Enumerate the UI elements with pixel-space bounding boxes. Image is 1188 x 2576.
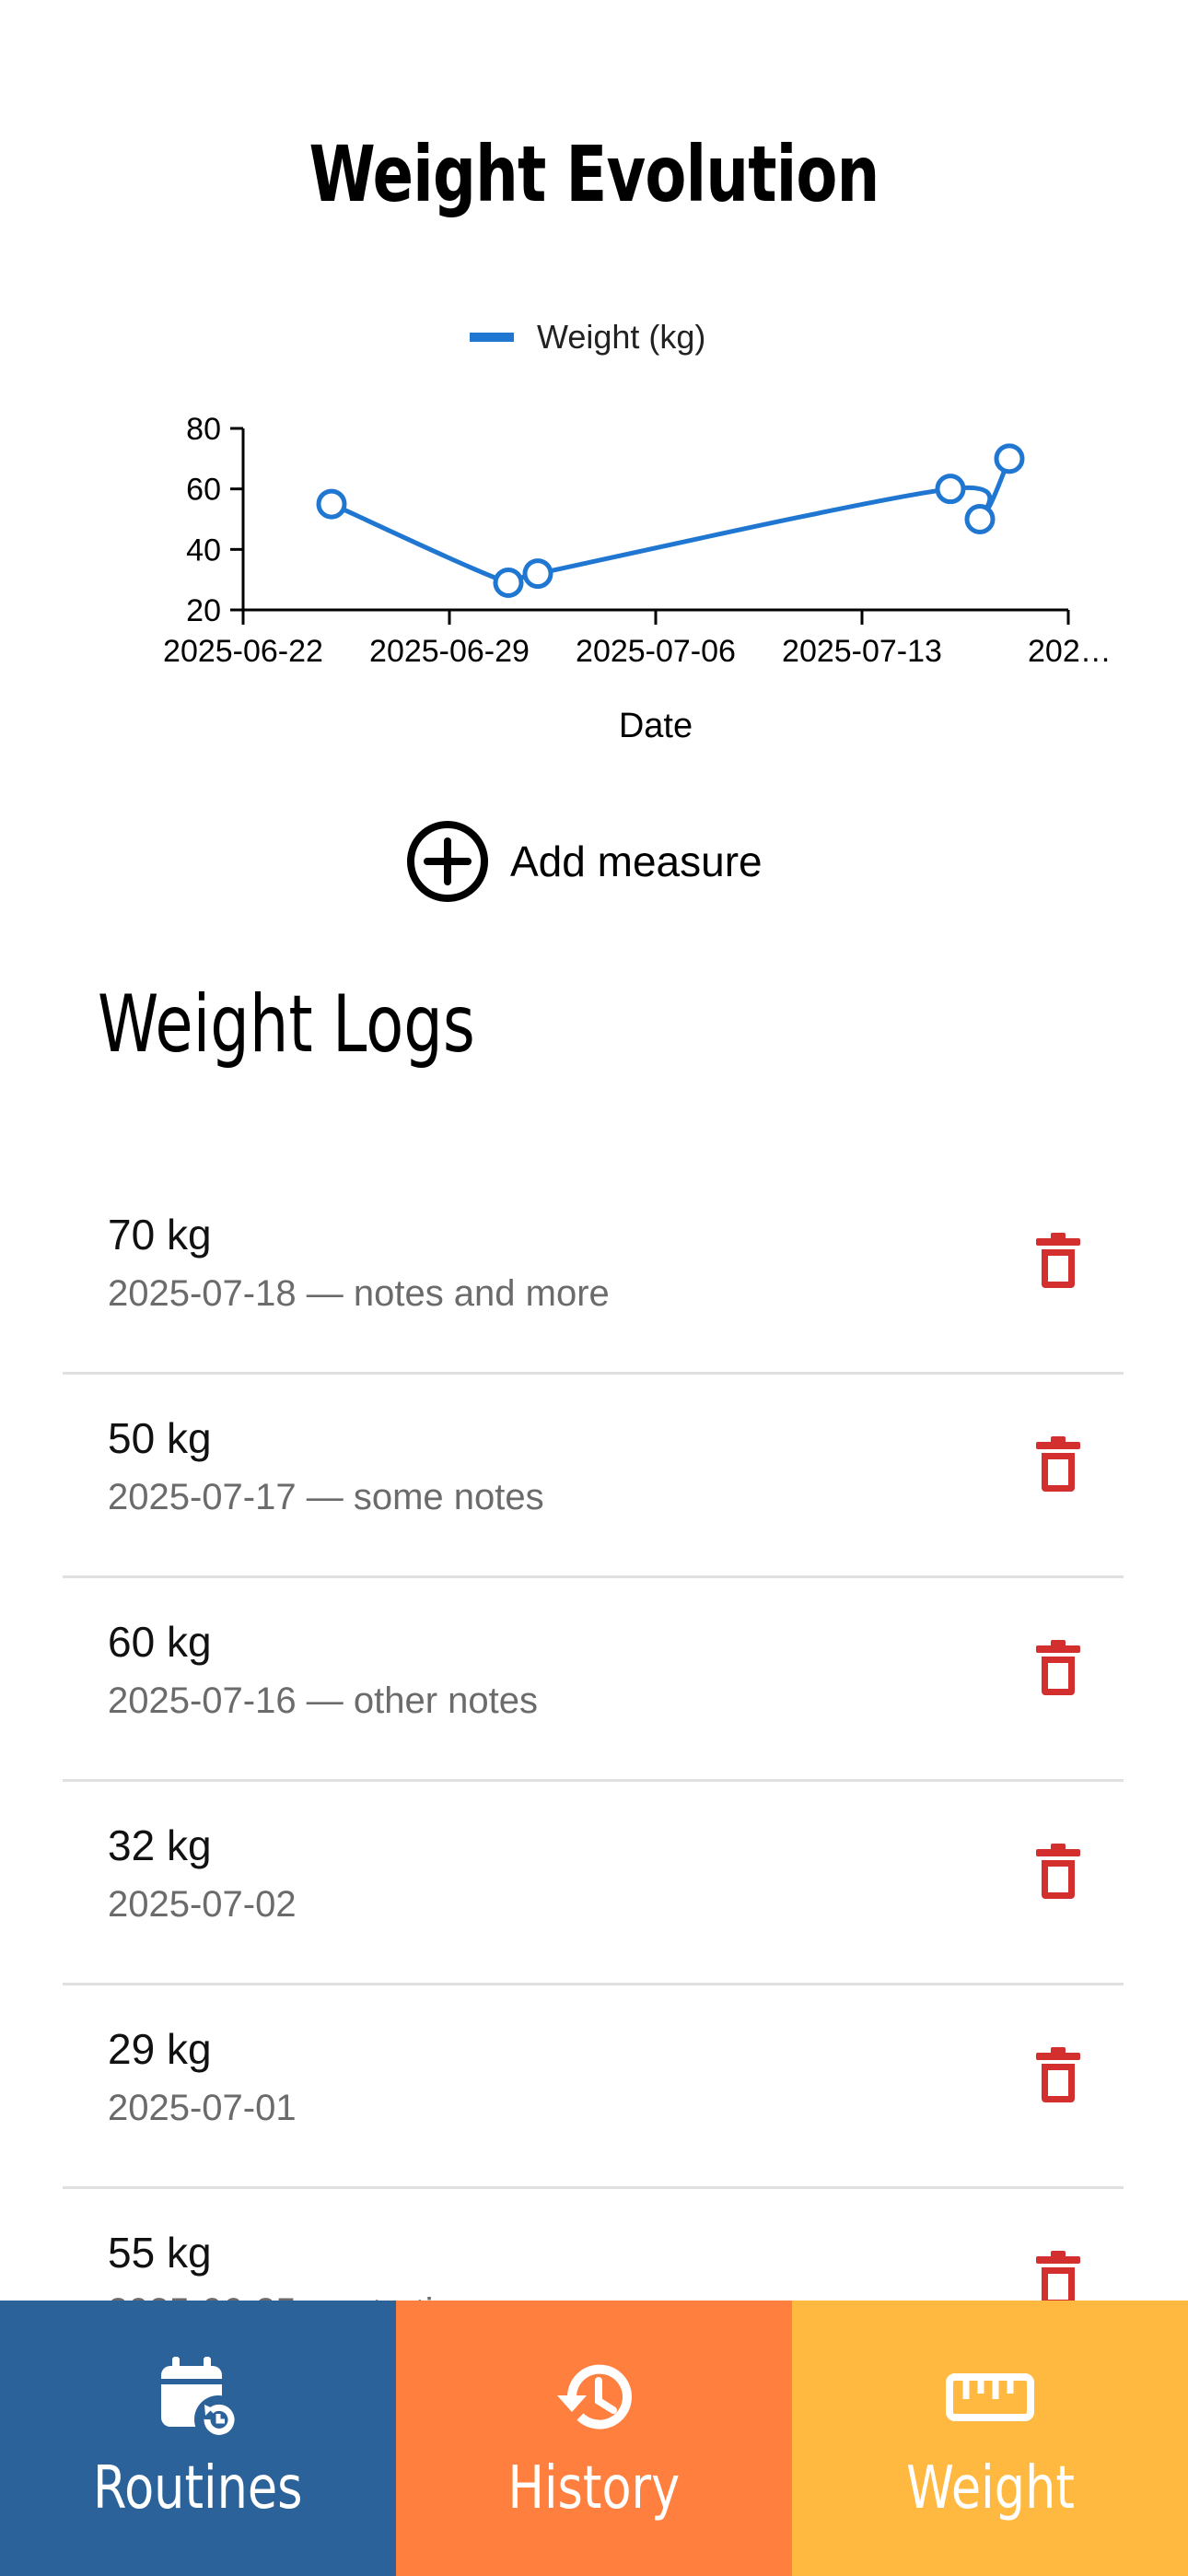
x-tick-label: 2025-07-06 xyxy=(576,634,736,669)
log-meta: 2025-07-18 — notes and more xyxy=(108,1273,610,1314)
y-tick-label: 60 xyxy=(186,473,221,508)
delete-button[interactable] xyxy=(1034,2045,1082,2104)
data-point xyxy=(994,443,1025,474)
log-item: 29 kg 2025-07-01 xyxy=(63,1985,1124,2189)
page-title: Weight Evolution xyxy=(309,129,879,219)
log-item: 60 kg 2025-07-16 — other notes xyxy=(63,1578,1124,1782)
log-meta: 2025-07-02 xyxy=(108,1884,297,1925)
nav-label: Routines xyxy=(93,2454,303,2523)
delete-button[interactable] xyxy=(1034,1638,1082,1697)
data-point xyxy=(522,558,553,590)
log-weight: 55 kg xyxy=(108,2229,212,2277)
log-meta: 2025-07-17 — some notes xyxy=(108,1477,544,1517)
add-measure-label: Add measure xyxy=(510,837,763,885)
log-weight: 70 kg xyxy=(108,1211,212,1259)
nav-label: History xyxy=(507,2454,681,2523)
delete-button[interactable] xyxy=(1034,1842,1082,1901)
ruler-icon xyxy=(944,2351,1036,2443)
x-tick-label: 2025-07-13 xyxy=(782,634,942,669)
y-tick-label: 20 xyxy=(186,593,221,628)
weight-logs-title: Weight Logs xyxy=(98,978,475,1071)
nav-weight[interactable]: Weight xyxy=(792,2301,1188,2576)
legend-label: Weight (kg) xyxy=(537,318,705,356)
x-tick-label: 202… xyxy=(1028,634,1112,669)
bottom-nav: Routines History Weight xyxy=(0,2301,1188,2576)
y-tick-label: 40 xyxy=(186,533,221,568)
trash-icon xyxy=(1036,1436,1080,1492)
log-meta: 2025-07-16 — other notes xyxy=(108,1680,538,1721)
trash-icon xyxy=(1036,1844,1080,1899)
data-point xyxy=(935,474,966,505)
log-weight: 32 kg xyxy=(108,1821,212,1869)
log-item: 32 kg 2025-07-02 xyxy=(63,1782,1124,1985)
data-point xyxy=(493,567,524,598)
plus-circle-icon xyxy=(405,819,490,904)
nav-routines[interactable]: Routines xyxy=(0,2301,396,2576)
log-item: 70 kg 2025-07-18 — notes and more xyxy=(63,1171,1124,1375)
delete-button[interactable] xyxy=(1034,2249,1082,2308)
add-measure-button[interactable]: Add measure xyxy=(405,815,763,907)
weight-chart: Weight (kg) 20 40 60 80 2025-06-22 2025-06-29 2… xyxy=(163,318,1112,745)
data-point xyxy=(316,488,347,520)
y-tick-label: 80 xyxy=(186,412,221,447)
nav-label: Weight xyxy=(905,2454,1075,2523)
calendar-refresh-icon xyxy=(152,2351,244,2443)
data-point xyxy=(964,504,996,534)
delete-button[interactable] xyxy=(1034,1434,1082,1493)
x-tick-label: 2025-06-29 xyxy=(369,634,530,669)
log-item: 50 kg 2025-07-17 — some notes xyxy=(63,1375,1124,1578)
nav-history[interactable]: History xyxy=(396,2301,792,2576)
trash-icon xyxy=(1036,2251,1080,2306)
log-weight: 50 kg xyxy=(108,1414,212,1462)
log-meta: 2025-07-01 xyxy=(108,2088,297,2128)
delete-button[interactable] xyxy=(1034,1231,1082,1290)
history-icon xyxy=(548,2351,640,2443)
log-weight: 60 kg xyxy=(108,1618,212,1666)
series-line xyxy=(330,457,1012,591)
trash-icon xyxy=(1036,1233,1080,1288)
trash-icon xyxy=(1036,2047,1080,2102)
x-axis-label: Date xyxy=(619,707,693,745)
log-weight: 29 kg xyxy=(108,2025,212,2073)
weight-log-list: 70 kg 2025-07-18 — notes and more 50 kg 202… xyxy=(63,1171,1124,2393)
trash-icon xyxy=(1036,1640,1080,1695)
x-tick-label: 2025-06-22 xyxy=(163,634,323,669)
